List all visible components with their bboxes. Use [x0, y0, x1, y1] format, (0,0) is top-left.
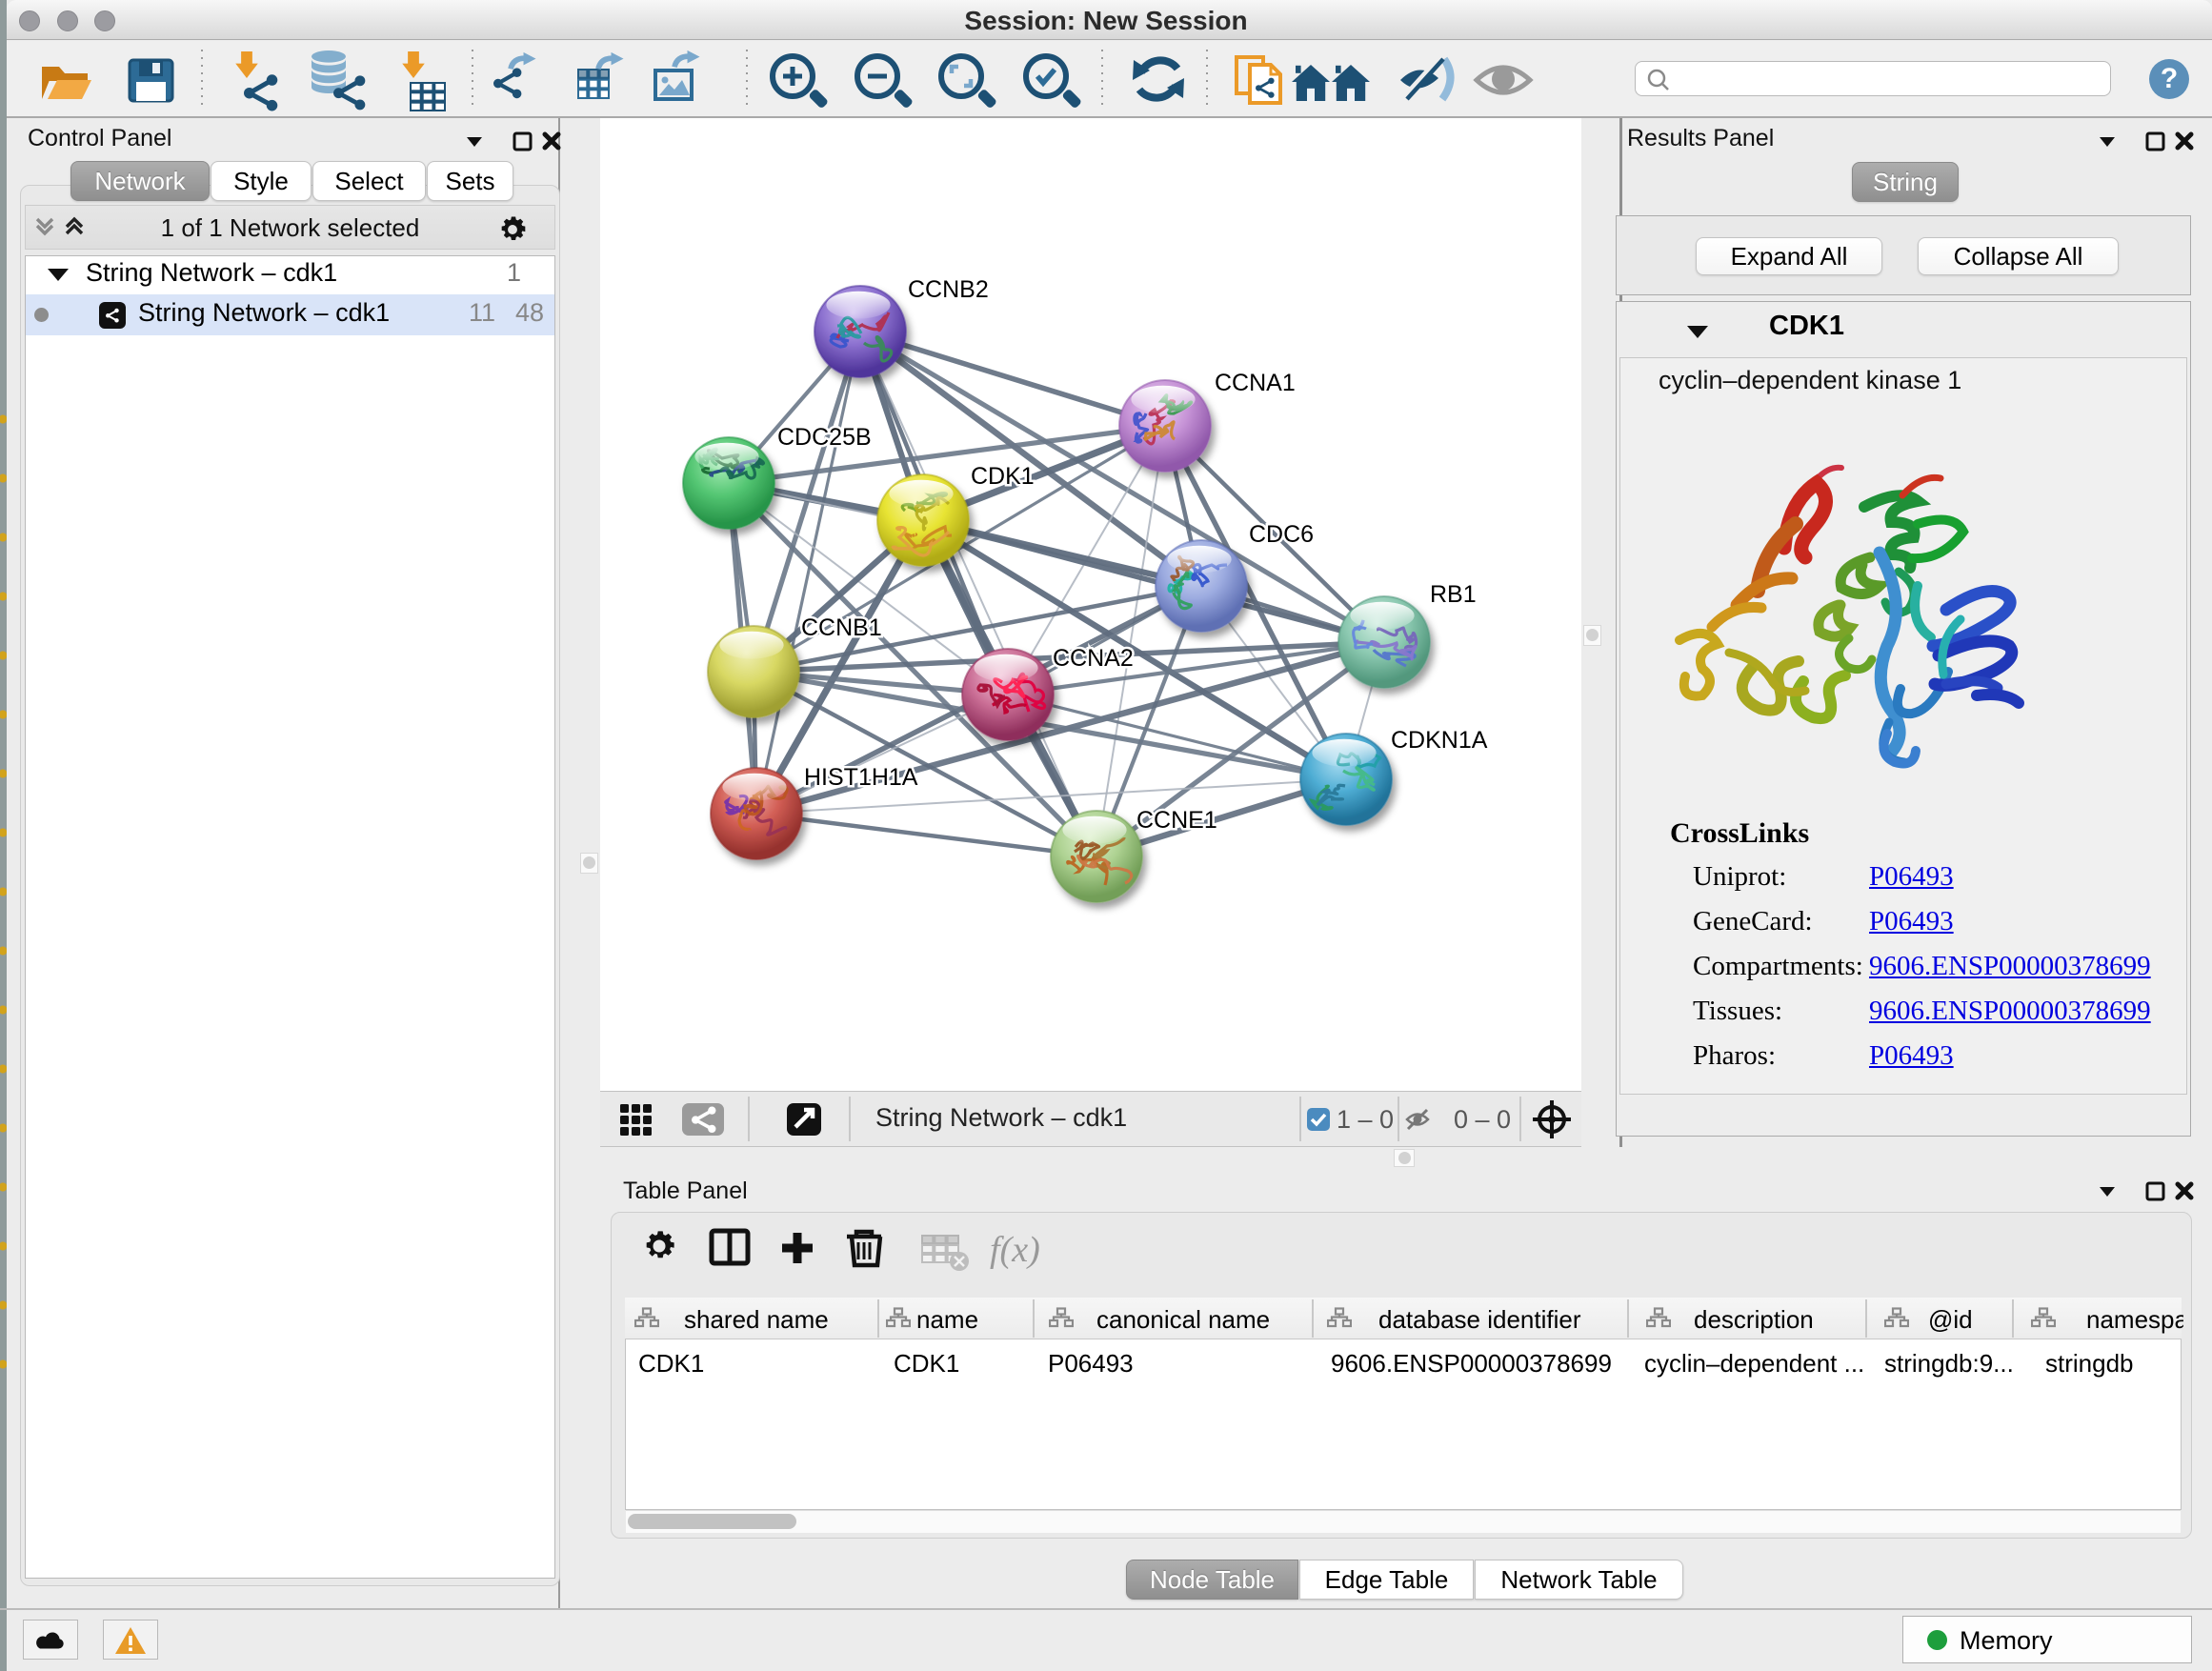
- svg-text:CCNB2: CCNB2: [908, 276, 989, 303]
- svg-text:f(x): f(x): [990, 1230, 1040, 1270]
- svg-text:1 – 0: 1 – 0: [1337, 1105, 1394, 1134]
- svg-text:CCNA1: CCNA1: [1215, 370, 1296, 396]
- svg-text:0 – 0: 0 – 0: [1454, 1105, 1511, 1134]
- svg-text:CDC25B: CDC25B: [777, 424, 872, 451]
- svg-text:CDC6: CDC6: [1249, 521, 1314, 548]
- svg-text:RB1: RB1: [1430, 581, 1477, 608]
- svg-text:CDKN1A: CDKN1A: [1391, 727, 1488, 754]
- svg-text:CDK1: CDK1: [971, 463, 1035, 490]
- svg-text:HIST1H1A: HIST1H1A: [804, 764, 918, 791]
- svg-text:CCNE1: CCNE1: [1136, 807, 1217, 834]
- svg-text:CCNB1: CCNB1: [801, 614, 882, 641]
- svg-text:CCNA2: CCNA2: [1053, 645, 1134, 672]
